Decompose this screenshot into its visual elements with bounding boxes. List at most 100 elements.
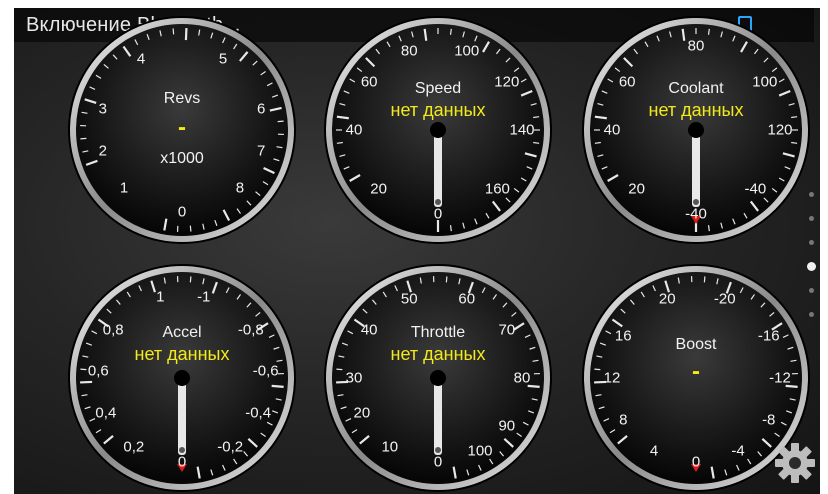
gauge-tick-label: 120 bbox=[494, 73, 520, 91]
gauge-tick bbox=[707, 225, 710, 232]
gauge-speed[interactable]: Speed нет данных 0 20 40 60 80 100 120 140 160 bbox=[322, 14, 554, 246]
gauge-tick-label: 40 bbox=[345, 121, 363, 139]
screen-edge-right bbox=[820, 0, 828, 494]
gauge-tick-label: 0 bbox=[177, 203, 187, 221]
gauge-tick-label: 100 bbox=[752, 73, 778, 91]
gauge-tick bbox=[445, 276, 448, 283]
app-screen: Включение Bluetooth... Revs - x1000 0123… bbox=[0, 0, 828, 494]
gauge-tick-label: 40 bbox=[603, 121, 621, 139]
gauge-tick-label: -12 bbox=[769, 369, 791, 387]
gauge-tick-label: 100 bbox=[467, 442, 493, 460]
gauge-tick-label: 20 bbox=[628, 180, 645, 198]
gauge-tick-label: 80 bbox=[400, 42, 418, 60]
gauge-tick-label: -8 bbox=[762, 411, 776, 429]
gauge-tick-label: 80 bbox=[513, 369, 531, 387]
gauge-tick bbox=[423, 28, 428, 41]
gauge-value: нет данных bbox=[390, 100, 486, 120]
gauge-tick-label: 8 bbox=[235, 179, 245, 197]
gauge-tick bbox=[336, 368, 343, 371]
gauge-tick bbox=[533, 141, 540, 144]
gauge-tick-label: -0,2 bbox=[217, 438, 244, 456]
gauge-tick-label: 10 bbox=[381, 438, 399, 456]
gauge-tick-label: -40 bbox=[744, 180, 767, 198]
page-dot[interactable] bbox=[809, 240, 814, 245]
gauge-tick-label: -20 bbox=[713, 290, 736, 308]
gauge-title: Throttle bbox=[410, 324, 466, 341]
gauge-needle-tip bbox=[435, 199, 441, 205]
gauge-tick-label: 20 bbox=[370, 180, 387, 198]
gauge-tick bbox=[703, 276, 706, 283]
gauge-hub bbox=[174, 370, 190, 386]
page-dot[interactable] bbox=[809, 216, 814, 221]
gauge-tick-label: 100 bbox=[454, 42, 480, 60]
gauge-accel[interactable]: Accel нет данных 0 0,2 0,4 0,6 0,8 1 -1 -0,8 -0,… bbox=[66, 262, 298, 494]
gauge-needle bbox=[434, 375, 442, 455]
page-indicator bbox=[806, 192, 818, 342]
gauge-tick-label: 70 bbox=[498, 321, 516, 339]
gauge-tick-label: -4 bbox=[731, 442, 745, 460]
gauge-tick bbox=[791, 141, 798, 144]
gauge-tick-label: -16 bbox=[757, 327, 780, 345]
gauge-tick-label: 0,8 bbox=[102, 321, 124, 339]
gauge-value: нет данных bbox=[390, 344, 486, 364]
gauge-tick-label: 0 bbox=[433, 453, 443, 471]
gauge-tick bbox=[271, 384, 284, 388]
screen-edge-left bbox=[0, 0, 14, 494]
gauge-tick bbox=[184, 28, 188, 41]
gauge-tick-label: 40 bbox=[360, 321, 378, 339]
gear-icon[interactable] bbox=[772, 440, 818, 486]
gauge-tick bbox=[189, 225, 192, 232]
gauge-tick-label: 160 bbox=[484, 180, 510, 198]
gauge-needle bbox=[178, 375, 186, 455]
gauge-tick-label: 0,6 bbox=[87, 362, 109, 380]
gauge-needle-tip bbox=[435, 447, 441, 453]
gauge-tick-label: 12 bbox=[603, 369, 621, 387]
gauge-tick-label: 4 bbox=[136, 50, 146, 68]
gauge-tick bbox=[681, 28, 686, 41]
page-dot[interactable] bbox=[809, 192, 814, 197]
gauge-tick-label: 90 bbox=[498, 417, 516, 435]
page-dot[interactable] bbox=[807, 262, 816, 271]
gauge-tick-label: 6 bbox=[257, 100, 266, 118]
gauge-tick-label: 0 bbox=[433, 205, 443, 223]
gauge-tick-label: 60 bbox=[618, 73, 636, 91]
gauge-tick-label: 30 bbox=[345, 369, 363, 387]
gauge-tick bbox=[80, 368, 87, 371]
gauge-tick-label: 0,2 bbox=[123, 438, 145, 456]
gauge-tick-label: 80 bbox=[687, 37, 705, 55]
gauge-tick-label: 50 bbox=[400, 290, 418, 308]
gauge-throttle[interactable]: Throttle нет данных 0 10 20 30 40 50 60 70 80 90 1… bbox=[322, 262, 554, 494]
gauge-tick-label: 2 bbox=[98, 142, 107, 160]
page-dot[interactable] bbox=[809, 312, 814, 317]
gauge-tick bbox=[449, 28, 452, 35]
gauge-value: нет данных bbox=[648, 100, 744, 120]
gauge-tick-label: 20 bbox=[658, 290, 676, 308]
gauge-tick-label: -40 bbox=[685, 205, 707, 223]
gauge-tick-label: 1 bbox=[119, 179, 129, 197]
gauge-tick-label: -1 bbox=[197, 288, 211, 306]
gauge-tick-label: 7 bbox=[257, 142, 266, 160]
gauge-tick bbox=[594, 141, 601, 144]
gauge-tick bbox=[80, 380, 93, 384]
gauge-tick-label: -0,8 bbox=[237, 321, 264, 339]
gauge-needle-tip bbox=[179, 447, 185, 453]
gauge-tick-label: 16 bbox=[614, 327, 632, 345]
page-dot[interactable] bbox=[809, 288, 814, 293]
gauge-tick bbox=[449, 225, 452, 232]
gauge-revs[interactable]: Revs - x1000 012345678 bbox=[66, 14, 298, 246]
gauge-hub bbox=[688, 122, 704, 138]
gauge-tick-label: 20 bbox=[353, 404, 371, 422]
gauge-tick-label: 5 bbox=[218, 50, 228, 68]
gauge-needle bbox=[692, 127, 700, 207]
gauge-tick-label: 8 bbox=[619, 411, 628, 429]
gauge-tick-label: 60 bbox=[458, 290, 476, 308]
gauge-coolant[interactable]: Coolant нет данных -40 20 40 60 80 100 120 -40 bbox=[580, 14, 812, 246]
gauge-tick-label: 60 bbox=[360, 73, 378, 91]
gauge-needle bbox=[434, 127, 442, 207]
gauge-tick-label: 120 bbox=[767, 121, 793, 139]
gauge-tick-label: 1 bbox=[156, 288, 165, 306]
gauge-tick bbox=[336, 141, 343, 144]
gauge-needle-tip bbox=[693, 199, 699, 205]
gauge-tick-label: 0,4 bbox=[95, 404, 117, 422]
screen-edge-top bbox=[0, 0, 828, 8]
